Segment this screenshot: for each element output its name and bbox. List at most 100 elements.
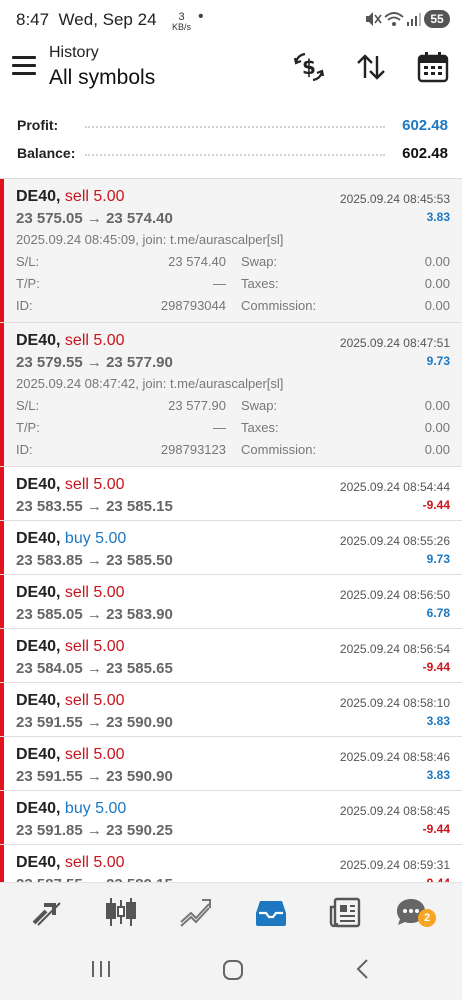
battery-indicator: 55 <box>424 10 450 28</box>
commission-label: Commission: <box>241 298 317 313</box>
deal-side: sell 5.00 <box>64 854 125 871</box>
deal-symbol-side: DE40, sell 5.00 <box>16 746 125 763</box>
mute-icon <box>366 12 382 26</box>
svg-text:$: $ <box>302 55 316 79</box>
sl-label: S/L: <box>16 398 40 413</box>
page-title[interactable]: All symbols <box>49 66 155 90</box>
deal-profit: -9.44 <box>422 660 450 674</box>
wifi-icon <box>384 12 404 26</box>
page-subtitle: History <box>49 44 99 61</box>
balance-value: 602.48 <box>402 145 448 162</box>
deal-prices: 23 583.85 → 23 585.50 <box>16 552 173 569</box>
deal-time: 2025.09.24 08:54:44 <box>339 480 450 494</box>
deal-profit: 9.73 <box>426 354 450 368</box>
network-speed: 3 KB/s <box>172 11 192 32</box>
deal-row[interactable]: DE40, sell 5.00 23 579.55 → 23 577.90 2025… <box>0 323 462 467</box>
deal-side: sell 5.00 <box>64 692 125 709</box>
home-icon[interactable] <box>221 958 245 982</box>
deal-time: 2025.09.24 08:56:50 <box>339 588 450 602</box>
deal-symbol-side: DE40, buy 5.00 <box>16 800 127 817</box>
id-label: ID: <box>16 298 33 313</box>
swap-label: Swap: <box>241 254 278 269</box>
deal-profit: 3.83 <box>426 768 450 782</box>
deal-time: 2025.09.24 08:55:26 <box>339 534 450 548</box>
deal-side: sell 5.00 <box>64 476 125 493</box>
deal-time: 2025.09.24 08:47:51 <box>339 336 450 350</box>
deal-row[interactable]: DE40, buy 5.00 23 591.85 → 23 590.25 2025.… <box>0 791 462 845</box>
deal-profit: 9.73 <box>426 552 450 566</box>
quotes-icon[interactable] <box>30 895 64 929</box>
status-bar: 8:47 Wed, Sep 24 3 KB/s • 55 <box>0 0 462 40</box>
deal-prices: 23 591.85 → 23 590.25 <box>16 822 173 839</box>
menu-icon[interactable] <box>12 56 36 76</box>
deals-list[interactable]: DE40, sell 5.00 23 575.05 → 23 574.40 2025… <box>0 178 462 883</box>
deal-side: sell 5.00 <box>64 746 125 763</box>
calendar-icon[interactable] <box>416 50 450 84</box>
deal-prices: 23 585.05 → 23 583.90 <box>16 606 173 623</box>
chart-icon[interactable] <box>104 895 138 929</box>
swap-label: Swap: <box>241 398 278 413</box>
deal-row[interactable]: DE40, sell 5.00 23 585.05 → 23 583.90 2025… <box>0 575 462 629</box>
deal-symbol-side: DE40, buy 5.00 <box>16 530 127 547</box>
tp-label: T/P: <box>16 420 40 435</box>
balance-label: Balance: <box>17 145 76 161</box>
deal-row[interactable]: DE40, sell 5.00 23 591.55 → 23 590.90 2025… <box>0 683 462 737</box>
taxes-value: 0.00 <box>424 420 450 435</box>
id-value: 298793123 <box>160 442 226 457</box>
deal-time: 2025.09.24 08:56:54 <box>339 642 450 656</box>
chat-badge: 2 <box>418 909 436 927</box>
taxes-label: Taxes: <box>241 276 279 291</box>
sl-value: 23 574.40 <box>168 254 226 269</box>
deal-side: sell 5.00 <box>64 188 125 205</box>
history-icon[interactable] <box>254 895 288 929</box>
taxes-label: Taxes: <box>241 420 279 435</box>
deal-time: 2025.09.24 08:58:46 <box>339 750 450 764</box>
tp-value: — <box>213 276 226 291</box>
swap-value: 0.00 <box>424 254 450 269</box>
deal-time: 2025.09.24 08:45:53 <box>339 192 450 206</box>
deal-row[interactable]: DE40, sell 5.00 23 584.05 → 23 585.65 2025… <box>0 629 462 683</box>
status-time-date: 8:47 Wed, Sep 24 <box>16 10 157 29</box>
deal-row[interactable]: DE40, buy 5.00 23 583.85 → 23 585.50 2025.… <box>0 521 462 575</box>
deal-prices: 23 591.55 → 23 590.90 <box>16 714 173 731</box>
deal-row[interactable]: DE40, sell 5.00 23 591.55 → 23 590.90 2025… <box>0 737 462 791</box>
deal-profit: -9.44 <box>422 498 450 512</box>
recent-apps-icon[interactable] <box>90 958 112 980</box>
deal-symbol-side: DE40, sell 5.00 <box>16 476 125 493</box>
tp-label: T/P: <box>16 276 40 291</box>
signal-icon <box>407 13 421 26</box>
deal-symbol-side: DE40, sell 5.00 <box>16 188 125 205</box>
deal-profit: 3.83 <box>426 714 450 728</box>
deal-row[interactable]: DE40, sell 5.0023 587.55 → 23 589.152025… <box>0 845 462 883</box>
id-label: ID: <box>16 442 33 457</box>
profit-leader-dots <box>85 124 385 128</box>
news-icon[interactable] <box>328 895 362 929</box>
deal-prices: 23 583.55 → 23 585.15 <box>16 498 173 515</box>
profit-label: Profit: <box>17 117 59 133</box>
deal-symbol-side: DE40, sell 5.00 <box>16 332 125 349</box>
deal-side: buy 5.00 <box>64 800 127 817</box>
deal-details: 2025.09.24 08:47:42, join: t.me/aurascal… <box>0 376 462 466</box>
deal-prices: 23 579.55 → 23 577.90 <box>16 354 173 371</box>
deal-side: sell 5.00 <box>64 638 125 655</box>
deal-comment: 2025.09.24 08:45:09, join: t.me/aurascal… <box>16 232 284 247</box>
deal-side: sell 5.00 <box>64 584 125 601</box>
swap-value: 0.00 <box>424 398 450 413</box>
deal-side: buy 5.00 <box>64 530 127 547</box>
deal-comment: 2025.09.24 08:47:42, join: t.me/aurascal… <box>16 376 284 391</box>
deal-profit: -9.44 <box>422 822 450 836</box>
deal-row[interactable]: DE40, sell 5.00 23 575.05 → 23 574.40 2025… <box>0 179 462 323</box>
trade-icon[interactable] <box>178 895 212 929</box>
sort-icon[interactable] <box>354 50 388 84</box>
deal-details: 2025.09.24 08:45:09, join: t.me/aurascal… <box>0 232 462 322</box>
back-icon[interactable] <box>353 958 373 980</box>
commission-value: 0.00 <box>424 442 450 457</box>
deal-symbol-side: DE40, sell 5.00 <box>16 854 125 871</box>
id-value: 298793044 <box>160 298 226 313</box>
currency-exchange-icon[interactable]: $ <box>292 50 326 84</box>
tp-value: — <box>213 420 226 435</box>
deal-time: 2025.09.24 08:59:31 <box>339 858 450 872</box>
deal-time: 2025.09.24 08:58:45 <box>339 804 450 818</box>
deal-row[interactable]: DE40, sell 5.00 23 583.55 → 23 585.15 2025… <box>0 467 462 521</box>
status-icons <box>366 12 421 26</box>
